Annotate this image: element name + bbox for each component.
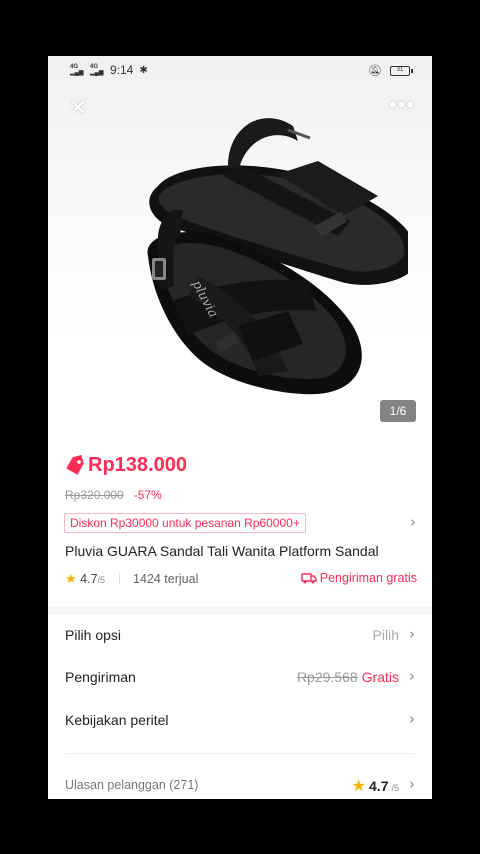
rating-row: ★ 4.7/5 1424 terjual Pengiriman gratis xyxy=(65,571,417,589)
retailer-policy-row[interactable]: Kebijakan peritel › xyxy=(65,710,415,732)
rating-value: 4.7 xyxy=(80,572,98,586)
promo-chip[interactable]: Diskon Rp30000 untuk pesanan Rp60000+ xyxy=(64,513,306,533)
divider xyxy=(118,573,120,584)
rating-scale: /5 xyxy=(97,575,106,585)
chevron-right-icon: › xyxy=(409,775,415,793)
free-shipping-badge[interactable]: Pengiriman gratis xyxy=(301,571,417,585)
signal-icon-sim2: 4G ▂▄▆ xyxy=(90,64,104,76)
current-price: Rp138.000 xyxy=(88,454,187,476)
truck-icon xyxy=(301,573,317,584)
clock: 9:14 xyxy=(110,63,134,77)
shipping-label: Pengiriman xyxy=(65,669,136,685)
select-option-label: Pilih opsi xyxy=(65,627,122,643)
image-counter: 1/6 xyxy=(380,400,416,422)
gear-icon: ✱ xyxy=(139,64,148,76)
promo-row[interactable]: Diskon Rp30000 untuk pesanan Rp60000+ › xyxy=(64,513,416,533)
shipping-row[interactable]: Pengiriman Rp29.568 Gratis › xyxy=(65,667,415,689)
status-bar: 4G ▂▄▆ 4G ▂▄▆ 9:14 ✱ 🔕︎ 31 xyxy=(48,56,432,84)
price-tag-icon xyxy=(66,454,84,475)
shipping-free-label: Gratis xyxy=(361,669,399,685)
divider-line xyxy=(65,753,415,754)
more-icon: ••• xyxy=(388,92,416,117)
close-icon: ✕ xyxy=(68,95,88,120)
sold-count: 1424 terjual xyxy=(133,572,199,586)
star-icon: ★ xyxy=(351,778,367,795)
chevron-right-icon: › xyxy=(409,667,415,685)
original-price: Rp320.000 xyxy=(65,488,124,502)
product-title: Pluvia GUARA Sandal Tali Wanita Platform… xyxy=(65,543,379,559)
price-row: Rp138.000 xyxy=(64,454,187,477)
close-button[interactable]: ✕ xyxy=(66,96,90,120)
review-score-value: 4.7 xyxy=(369,778,389,794)
phone-screen: pluvia ✕ ••• 1/6 4G ▂▄▆ 4G ▂▄▆ 9:14 ✱ 🔕︎ 3… xyxy=(48,56,432,799)
chevron-right-icon: › xyxy=(410,513,416,531)
select-option-value: Pilih xyxy=(372,627,399,643)
section-divider xyxy=(48,607,432,615)
chevron-right-icon: › xyxy=(409,710,415,728)
battery-icon: 31 xyxy=(390,65,413,76)
reviews-label: Ulasan pelanggan (271) xyxy=(65,778,199,792)
mute-icon: 🔕︎ xyxy=(368,65,382,77)
star-icon: ★ xyxy=(65,571,77,586)
retailer-policy-label: Kebijakan peritel xyxy=(65,712,169,728)
customer-reviews-row[interactable]: Ulasan pelanggan (271) ★ 4.7/5 › xyxy=(65,775,415,796)
chevron-right-icon: › xyxy=(409,625,415,643)
review-score-scale: /5 xyxy=(391,783,399,793)
review-score: ★ 4.7/5 xyxy=(352,776,399,796)
product-image-gallery[interactable]: pluvia ✕ ••• 1/6 xyxy=(48,56,432,426)
signal-icon-sim1: 4G ▂▄▆ xyxy=(70,64,84,76)
original-price-row: Rp320.000 -57% xyxy=(65,488,162,502)
sandal-product-image: pluvia xyxy=(147,118,408,395)
free-shipping-label: Pengiriman gratis xyxy=(319,571,417,585)
shipping-old-fee: Rp29.568 xyxy=(296,669,358,685)
select-option-row[interactable]: Pilih opsi Pilih › xyxy=(65,625,415,647)
shipping-value-group: Rp29.568 Gratis xyxy=(297,669,399,685)
discount-percentage: -57% xyxy=(133,488,162,502)
more-options-button[interactable]: ••• xyxy=(388,94,416,120)
